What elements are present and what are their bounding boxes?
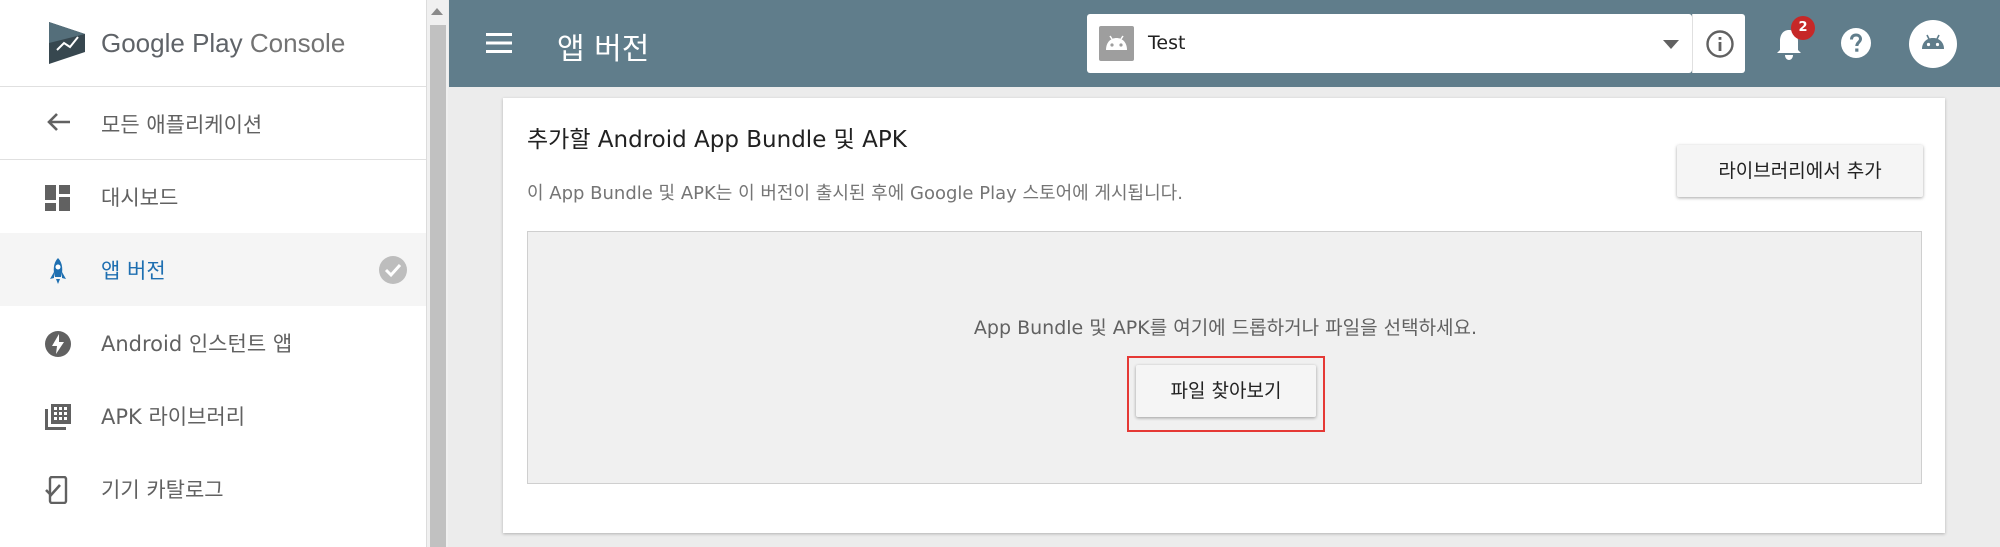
library-icon — [45, 404, 71, 430]
play-console-window: Google Play Console 모든 애플리케이션 대시보드 앱 버전 … — [0, 0, 2000, 547]
dashboard-icon — [45, 185, 70, 211]
check-circle-icon — [379, 256, 407, 284]
logo[interactable]: Google Play Console — [0, 0, 426, 87]
add-from-library-button[interactable]: 라이브러리에서 추가 — [1677, 145, 1923, 197]
all-applications-link[interactable]: 모든 애플리케이션 — [0, 87, 426, 160]
hamburger-menu-icon[interactable] — [486, 32, 512, 54]
chevron-down-icon — [1663, 40, 1679, 49]
arrow-back-icon — [47, 113, 70, 131]
bundles-and-apks-card: 추가할 Android App Bundle 및 APK 이 App Bundl… — [503, 98, 1945, 533]
device-catalog-icon — [45, 476, 68, 504]
android-avatar-icon — [1922, 34, 1944, 49]
info-icon — [1706, 30, 1734, 58]
browse-files-button[interactable]: 파일 찾아보기 — [1136, 365, 1316, 417]
rocket-icon — [50, 258, 66, 284]
drop-zone-text: App Bundle 및 APK를 여기에 드롭하거나 파일을 선택하세요. — [973, 317, 1478, 339]
flash-icon — [45, 331, 71, 357]
logo-text: Google Play Console — [101, 28, 345, 59]
sidebar-item-instant-apps[interactable]: Android 인스턴트 앱 — [0, 306, 426, 379]
account-avatar[interactable] — [1909, 20, 1957, 68]
logo-text-main: Google Play — [101, 28, 243, 58]
sidebar-item-apk-library[interactable]: APK 라이브러리 — [0, 379, 426, 452]
sidebar: Google Play Console 모든 애플리케이션 대시보드 앱 버전 … — [0, 0, 426, 547]
page-title: 앱 버전 — [557, 32, 650, 67]
all-applications-label: 모든 애플리케이션 — [101, 113, 263, 137]
sidebar-item-label: APK 라이브러리 — [101, 405, 246, 429]
notification-count-badge: 2 — [1791, 16, 1815, 40]
logo-text-suffix: Console — [249, 28, 346, 58]
sidebar-item-device-catalog[interactable]: 기기 카탈로그 — [0, 452, 426, 525]
file-drop-zone[interactable]: App Bundle 및 APK를 여기에 드롭하거나 파일을 선택하세요. 파… — [527, 231, 1922, 484]
google-play-console-logo-icon — [49, 22, 85, 64]
sidebar-item-label: 기기 카탈로그 — [101, 478, 224, 502]
sidebar-item-app-releases[interactable]: 앱 버전 — [0, 233, 426, 306]
sidebar-item-label: 대시보드 — [101, 186, 179, 210]
app-selector-dropdown[interactable]: Test — [1087, 14, 1692, 73]
android-icon — [1106, 35, 1127, 50]
scrollbar-thumb[interactable] — [430, 25, 446, 547]
scroll-up-arrow-icon[interactable] — [431, 8, 443, 15]
help-icon[interactable] — [1840, 27, 1872, 59]
app-icon — [1099, 26, 1134, 61]
app-info-button[interactable] — [1692, 14, 1745, 73]
card-description: 이 App Bundle 및 APK는 이 버전이 출시된 후에 Google … — [527, 183, 1183, 204]
sidebar-item-label: 앱 버전 — [101, 259, 166, 283]
sidebar-item-label: Android 인스턴트 앱 — [101, 332, 293, 356]
selected-app-name: Test — [1148, 32, 1186, 54]
top-app-bar: 앱 버전 Test 2 — [449, 0, 2000, 87]
sidebar-scrollbar[interactable] — [426, 0, 448, 547]
card-title: 추가할 Android App Bundle 및 APK — [527, 127, 907, 153]
sidebar-item-dashboard[interactable]: 대시보드 — [0, 160, 426, 233]
